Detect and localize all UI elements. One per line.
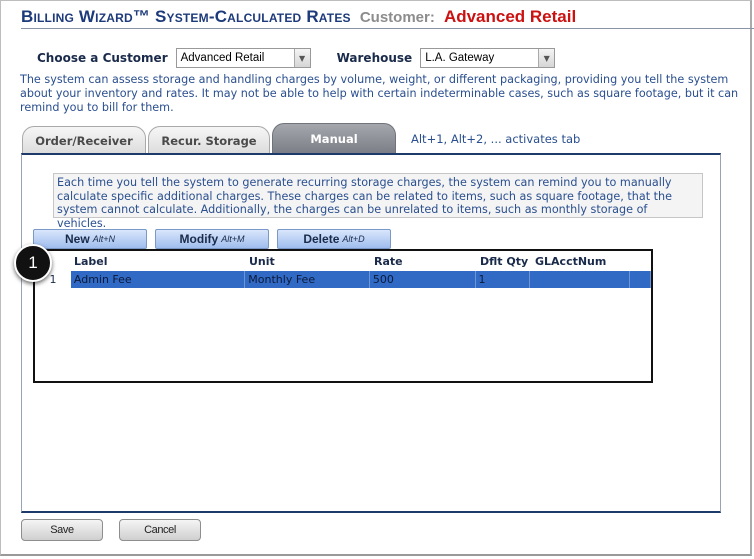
delete-button[interactable]: Delete Alt+D — [277, 229, 391, 249]
warehouse-select-label: Warehouse — [336, 51, 413, 65]
intro-text: The system can assess storage and handli… — [20, 73, 739, 114]
new-button[interactable]: New Alt+N — [33, 229, 147, 249]
filter-row: Choose a Customer Advanced Retail ▼ Ware… — [37, 47, 556, 69]
modify-button[interactable]: Modify Alt+M — [155, 229, 269, 249]
manual-info-box: Each time you tell the system to generat… — [53, 173, 703, 230]
save-button[interactable]: Save — [21, 519, 103, 541]
delete-button-label: Delete — [303, 232, 340, 246]
modify-button-label: Modify — [179, 232, 219, 246]
tab-manual[interactable]: Manual — [272, 123, 396, 154]
window-frame: Billing Wizard™ System-Calculated Rates … — [0, 0, 754, 556]
cell-filler — [630, 271, 651, 288]
tab-bar: Order/Receiver Recur. Storage Manual — [22, 123, 398, 154]
cancel-button[interactable]: Cancel — [119, 519, 201, 541]
chevron-down-icon[interactable]: ▼ — [293, 49, 310, 67]
grid-toolbar: New Alt+N Modify Alt+M Delete Alt+D — [33, 229, 399, 249]
grid-header: Label Unit Rate Dflt Qty GLAcctNum — [35, 251, 651, 271]
cell-label[interactable]: Admin Fee — [70, 271, 246, 288]
column-header-glacctnum[interactable]: GLAcctNum — [532, 255, 632, 268]
column-header-unit[interactable]: Unit — [246, 255, 371, 268]
new-button-hotkey: Alt+N — [92, 234, 115, 244]
manual-tab-panel: Each time you tell the system to generat… — [21, 153, 721, 513]
page-header: Billing Wizard™ System-Calculated Rates … — [21, 7, 754, 29]
customer-select-label: Choose a Customer — [37, 51, 168, 65]
new-button-label: New — [65, 232, 90, 246]
step-callout-badge: 1 — [14, 244, 52, 282]
tab-shortcut-hint: Alt+1, Alt+2, ... activates tab — [411, 132, 581, 146]
cell-glacctnum[interactable] — [530, 271, 631, 288]
modify-button-hotkey: Alt+M — [221, 234, 245, 244]
cell-rate[interactable]: 500 — [369, 271, 476, 288]
manual-charges-grid: Label Unit Rate Dflt Qty GLAcctNum 1 Adm… — [33, 249, 653, 383]
column-header-label[interactable]: Label — [71, 255, 246, 268]
customer-select-value: Advanced Retail — [180, 52, 265, 64]
cell-unit[interactable]: Monthly Fee — [245, 271, 370, 288]
chevron-down-icon[interactable]: ▼ — [538, 49, 555, 67]
customer-label: Customer: — [359, 9, 435, 26]
tab-order-receiver[interactable]: Order/Receiver — [22, 126, 146, 154]
page-title: Billing Wizard™ System-Calculated Rates — [21, 7, 351, 26]
table-row[interactable]: 1 Admin Fee Monthly Fee 500 1 — [35, 271, 651, 288]
customer-name: Advanced Retail — [443, 7, 577, 26]
cell-dflt-qty[interactable]: 1 — [475, 271, 531, 288]
warehouse-select[interactable]: L.A. Gateway ▼ — [420, 48, 556, 68]
column-header-rate[interactable]: Rate — [371, 255, 477, 268]
column-header-dflt-qty[interactable]: Dflt Qty — [477, 255, 532, 268]
customer-select[interactable]: Advanced Retail ▼ — [175, 48, 311, 68]
warehouse-select-value: L.A. Gateway — [425, 52, 495, 64]
delete-button-hotkey: Alt+D — [342, 234, 365, 244]
tab-recur-storage[interactable]: Recur. Storage — [148, 126, 270, 154]
